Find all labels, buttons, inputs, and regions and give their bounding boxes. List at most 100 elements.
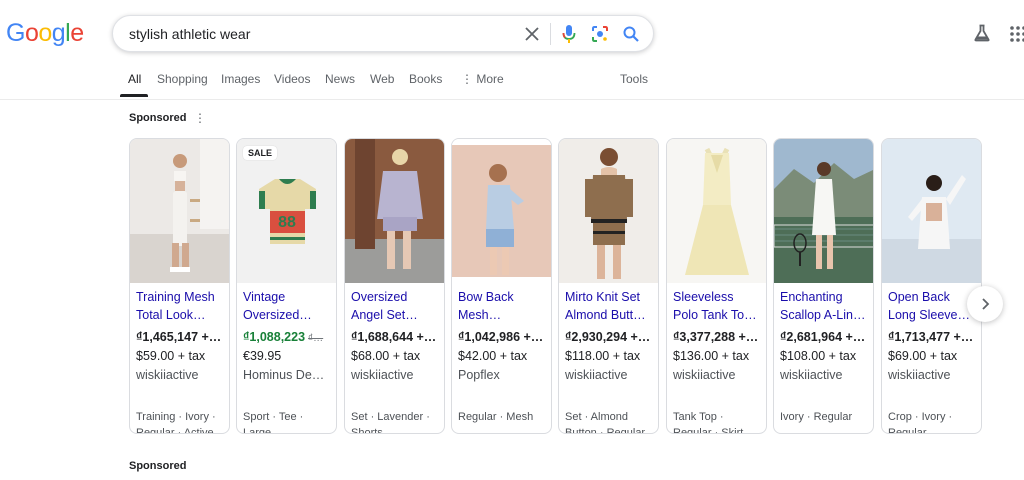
product-title[interactable]: Training Mesh Total Look… <box>136 288 228 324</box>
product-tags: Crop · Ivory · Regular <box>888 409 980 433</box>
logo-letter: e <box>70 19 84 47</box>
product-card[interactable]: Bow Back Mesh… ₫1,042,986 +… $42.00 + tax… <box>451 138 552 434</box>
product-original-price: ₫… <box>308 333 324 344</box>
product-price: ₫3,377,288 +… <box>673 330 759 344</box>
svg-text:88: 88 <box>278 214 296 231</box>
product-title-line: Vintage <box>243 290 286 304</box>
product-tags-line: Training · Ivory · <box>136 411 216 423</box>
product-tags-line: Sport · Tee · <box>243 411 304 423</box>
microphone-icon[interactable] <box>559 24 579 44</box>
product-tags: Regular · Mesh <box>458 409 550 433</box>
product-title-line: Mirto Knit Set <box>565 290 641 304</box>
sponsored-label: Sponsored <box>129 460 187 472</box>
product-card[interactable]: Sleeveless Polo Tank To… ₫3,377,288 +… $1… <box>666 138 767 434</box>
product-card[interactable]: Mirto Knit Set Almond Butt… ₫2,930,294 +…… <box>558 138 659 434</box>
logo-letter: g <box>51 19 66 47</box>
product-seller: wiskiiactive <box>673 368 736 382</box>
product-image <box>345 139 444 283</box>
product-seller: wiskiiactive <box>780 368 843 382</box>
product-seller: wiskiiactive <box>888 368 951 382</box>
product-card[interactable]: Oversized Angel Set… ₫1,688,644 +… $68.00… <box>344 138 445 434</box>
logo-letter: o <box>38 19 52 47</box>
sponsored-label: Sponsored <box>129 112 187 124</box>
search-input[interactable] <box>129 16 509 51</box>
product-card[interactable]: 88 SALE Vintage Oversized… ₫1,088,223 ₫… €… <box>236 138 337 434</box>
tab-all[interactable]: All <box>128 72 141 86</box>
product-title[interactable]: Bow Back Mesh… <box>458 288 550 324</box>
product-tags-line: Shorts <box>351 427 383 434</box>
product-title-line: Sleeveless <box>673 290 734 304</box>
product-sale-price: ₫1,088,223 <box>243 330 306 344</box>
google-logo[interactable]: Google <box>6 19 84 48</box>
product-tags-line: Set · Almond <box>565 411 628 423</box>
product-image <box>452 139 551 283</box>
product-seller: wiskiiactive <box>351 368 414 382</box>
product-card[interactable]: Open Back Long Sleeve… ₫1,713,477 +… $69.… <box>881 138 982 434</box>
tabs-divider <box>0 99 1024 100</box>
product-price: ₫1,088,223 ₫… <box>243 330 335 344</box>
product-seller: Popflex <box>458 368 500 382</box>
product-tags-line: Ivory · Regular <box>780 411 853 423</box>
product-price: ₫2,930,294 +… <box>565 330 651 344</box>
search-icon[interactable] <box>621 24 641 44</box>
product-tags-line: Button · Regular <box>565 427 646 434</box>
product-price-usd: $59.00 + tax <box>136 349 206 363</box>
product-tags-line: Set · Lavender · <box>351 411 430 423</box>
product-title[interactable]: Enchanting Scallop A-Lin… <box>780 288 872 324</box>
tab-news[interactable]: News <box>325 72 355 86</box>
product-price-usd: €39.95 <box>243 349 282 363</box>
tab-shopping[interactable]: Shopping <box>157 72 208 86</box>
product-title[interactable]: Vintage Oversized… <box>243 288 335 324</box>
product-tags-line: Regular · Mesh <box>458 411 534 423</box>
product-card[interactable]: Training Mesh Total Look… ₫1,465,147 +… $… <box>129 138 230 434</box>
sponsored-options-icon[interactable]: ⋮ <box>194 111 206 125</box>
product-tags-line: Tank Top · <box>673 411 724 423</box>
tab-web[interactable]: Web <box>370 72 394 86</box>
product-tags: Sport · Tee · Large <box>243 409 335 434</box>
product-price: ₫1,465,147 +… <box>136 330 222 344</box>
tab-more[interactable]: ⋮ More <box>461 72 504 86</box>
logo-letter: G <box>6 19 25 47</box>
product-tags-line: Large <box>243 427 272 434</box>
clear-icon[interactable] <box>522 24 542 44</box>
chevron-right-icon <box>982 298 990 310</box>
product-tags: Set · Almond Button · Regular <box>565 409 657 434</box>
carousel-next-button[interactable] <box>967 286 1003 322</box>
product-tags: Ivory · Regular <box>780 409 872 433</box>
product-price: ₫1,042,986 +… <box>458 330 544 344</box>
search-divider <box>550 23 551 45</box>
product-image: 88 SALE <box>237 139 336 283</box>
product-title-line: Bow Back <box>458 290 514 304</box>
search-tabs: All Shopping Images Videos News Web Book… <box>0 68 1024 100</box>
tools-button[interactable]: Tools <box>620 72 648 86</box>
product-title[interactable]: Mirto Knit Set Almond Butt… <box>565 288 657 324</box>
tab-books[interactable]: Books <box>409 72 442 86</box>
product-price: ₫1,713,477 +… <box>888 330 974 344</box>
tab-videos[interactable]: Videos <box>274 72 310 86</box>
apps-grid-icon[interactable] <box>1010 26 1024 42</box>
product-tags: Tank Top · Regular · Skirt <box>673 409 765 434</box>
sale-badge: SALE <box>243 146 278 160</box>
product-card[interactable]: Enchanting Scallop A-Lin… ₫2,681,964 +… $… <box>773 138 874 434</box>
product-tags-line: Regular · Skirt <box>673 427 744 434</box>
product-price: ₫1,688,644 +… <box>351 330 437 344</box>
product-price-usd: $68.00 + tax <box>351 349 421 363</box>
product-title-line: Long Sleeve… <box>888 308 971 322</box>
product-price: ₫2,681,964 +… <box>780 330 866 344</box>
product-title[interactable]: Sleeveless Polo Tank To… <box>673 288 765 324</box>
product-title-line: Almond Butt… <box>565 308 646 322</box>
product-title[interactable]: Oversized Angel Set… <box>351 288 443 324</box>
product-seller: wiskiiactive <box>565 368 628 382</box>
product-title-line: Mesh… <box>458 308 502 322</box>
product-price-usd: $108.00 + tax <box>780 349 857 363</box>
product-image <box>667 139 766 283</box>
product-tags-line: Crop · Ivory · <box>888 411 953 423</box>
logo-letter: o <box>24 19 39 47</box>
product-price-usd: $42.00 + tax <box>458 349 528 363</box>
product-image <box>559 139 658 283</box>
camera-lens-icon[interactable] <box>590 24 610 44</box>
labs-flask-icon[interactable] <box>973 24 993 44</box>
product-price-usd: $69.00 + tax <box>888 349 958 363</box>
product-tags: Set · Lavender · Shorts <box>351 409 443 434</box>
tab-images[interactable]: Images <box>221 72 260 86</box>
